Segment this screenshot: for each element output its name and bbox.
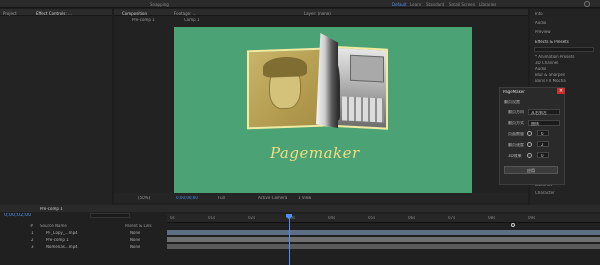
resolution-dropdown[interactable]: Full xyxy=(218,196,225,200)
timeline-header: Pre-comp 1 xyxy=(0,205,600,212)
direction-label: 翻页方向 xyxy=(508,110,524,114)
tab-project[interactable]: Project xyxy=(3,11,17,16)
ruler-tick: 06s xyxy=(408,216,416,220)
balustrade xyxy=(342,96,384,123)
layer-search-input[interactable] xyxy=(90,213,130,218)
breadcrumb-precomp[interactable]: Pre-comp 1 xyxy=(132,18,155,22)
column-parent: Parent & Link xyxy=(125,224,152,228)
effects-category[interactable]: Boris FX Mocha xyxy=(535,79,566,83)
panel-effects-presets[interactable]: Effects & Presets xyxy=(535,40,569,44)
page-count-input[interactable]: 6 xyxy=(537,130,549,136)
radio-icon[interactable] xyxy=(527,142,532,147)
tab-footage[interactable]: Footage: ... xyxy=(174,11,197,16)
close-icon[interactable]: × xyxy=(557,88,565,94)
effects-search-input[interactable] xyxy=(534,47,594,52)
tab-composition[interactable]: Composition xyxy=(122,11,147,16)
snapping-toggle[interactable]: Snapping xyxy=(150,2,169,7)
ruler-tick: 07s xyxy=(448,216,456,220)
page-count-label: 页面数量 xyxy=(508,132,524,136)
layer-bar[interactable] xyxy=(167,237,600,242)
views-dropdown[interactable]: 1 View xyxy=(298,196,311,200)
speed-label: 翻页速度 xyxy=(508,143,524,147)
effects-category[interactable]: 3D Channel xyxy=(535,61,558,65)
3d-effect-input[interactable]: 0 xyxy=(537,152,549,158)
mode-dropdown[interactable]: 曲线 xyxy=(528,120,560,126)
tab-layer[interactable]: Layer: (none) xyxy=(304,11,331,16)
panel-preview[interactable]: Preview xyxy=(535,30,551,34)
workspace-tab-default[interactable]: Default xyxy=(392,2,407,7)
effects-category[interactable]: Blur & Sharpen xyxy=(535,73,565,77)
panel-character[interactable]: Character xyxy=(535,191,555,195)
ruler-tick: 04s xyxy=(328,216,336,220)
ruler-tick: 09s xyxy=(528,216,536,220)
title-script-text: Pagemaker xyxy=(270,146,360,161)
portrait-hair xyxy=(263,56,307,78)
workspace-bar: Snapping Default Learn Standard Small Sc… xyxy=(0,0,600,8)
layer-bar[interactable] xyxy=(167,244,600,249)
effects-category[interactable]: * Animation Presets xyxy=(535,55,575,59)
workspace-tab-small-screen[interactable]: Small Screen xyxy=(449,2,475,7)
apply-button[interactable]: 应用 xyxy=(504,166,558,174)
building xyxy=(350,54,384,83)
zoom-dropdown[interactable]: (50%) xyxy=(138,196,150,200)
comp-view-toolbar: (50%) 0;00;00;00 Full Active Camera 1 Vi… xyxy=(114,193,528,202)
ruler-tick: 01s xyxy=(208,216,216,220)
column-index: # xyxy=(30,224,34,228)
search-icon[interactable] xyxy=(584,1,590,7)
left-page-photo xyxy=(247,47,323,130)
speed-input[interactable]: 2 xyxy=(537,141,549,147)
table-row[interactable]: 1 PF_Copy_...mp4 None xyxy=(0,230,167,236)
workspace-tab-libraries[interactable]: Libraries xyxy=(479,2,496,7)
timeline-timecode[interactable]: 0;00;02;00 xyxy=(4,213,31,218)
work-area-end-handle[interactable] xyxy=(511,223,515,227)
table-row[interactable]: 3 Nomenas...mp4 None xyxy=(0,244,167,250)
ruler-tick: 0s xyxy=(170,216,175,220)
tab-effect-controls[interactable]: Effect Controls: ... xyxy=(36,11,72,16)
project-panel: Project Effect Controls: ... xyxy=(0,9,112,205)
ruler-tick: 05s xyxy=(368,216,376,220)
3d-effect-label: 3D效果 xyxy=(508,154,522,158)
workspace-tab-learn[interactable]: Learn xyxy=(410,2,421,7)
panel-info[interactable]: Info xyxy=(535,12,543,16)
dialog-title: PageMaker xyxy=(503,90,525,94)
ruler-tick: 02s xyxy=(248,216,256,220)
dialog-section-label: 翻页设置 xyxy=(504,100,520,104)
radio-icon[interactable] xyxy=(527,153,532,158)
comp-breadcrumb-bar: Pre-comp 1 Comp 1 xyxy=(114,17,528,24)
timeline-tab[interactable]: Pre-comp 1 xyxy=(40,207,63,211)
mode-label: 翻页方式 xyxy=(508,121,524,125)
direction-dropdown[interactable]: 从右到左 xyxy=(528,109,560,115)
view-dropdown[interactable]: Active Camera xyxy=(258,196,287,200)
breadcrumb-comp[interactable]: Comp 1 xyxy=(184,18,200,22)
table-row[interactable]: 2 Pre-comp 1 None xyxy=(0,237,167,243)
effects-category[interactable]: Audio xyxy=(535,67,546,71)
comp-timecode[interactable]: 0;00;00;00 xyxy=(176,196,198,200)
ruler-tick: 08s xyxy=(488,216,496,220)
workspace-tab-standard[interactable]: Standard xyxy=(426,2,444,7)
layer-bar[interactable] xyxy=(167,230,600,235)
panel-audio[interactable]: Audio xyxy=(535,21,546,25)
playhead[interactable] xyxy=(289,214,290,265)
radio-icon[interactable] xyxy=(527,131,532,136)
column-source-name: Source Name xyxy=(40,224,67,228)
